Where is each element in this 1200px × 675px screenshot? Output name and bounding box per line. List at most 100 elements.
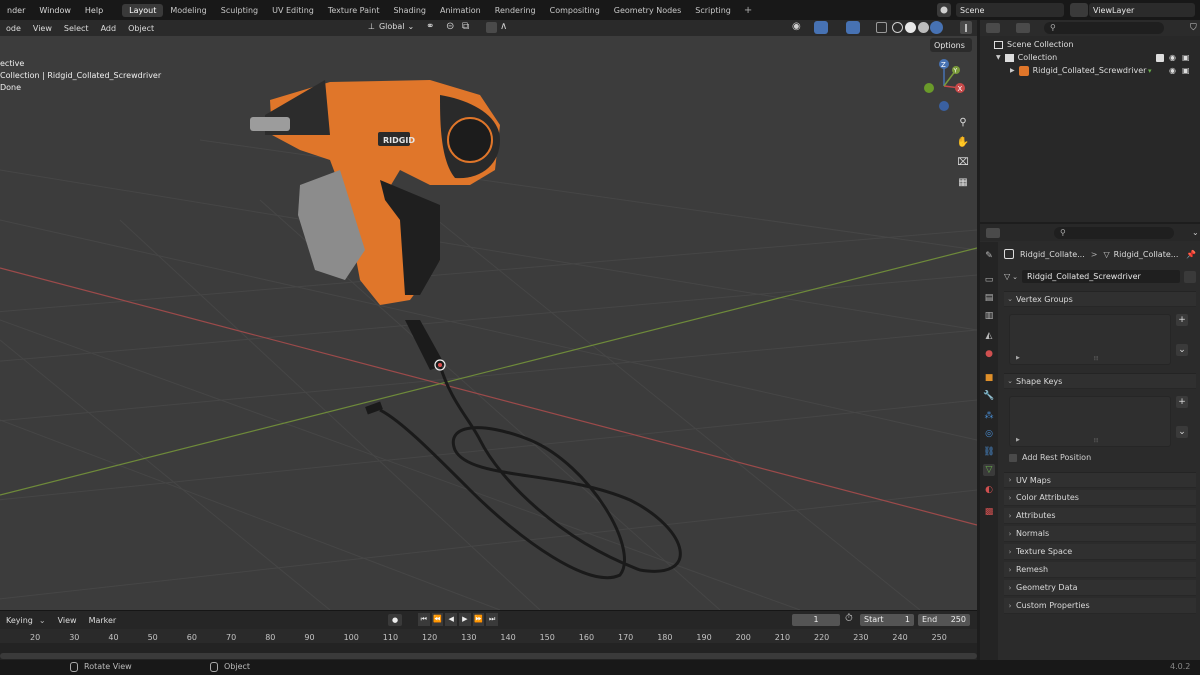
add-workspace-button[interactable]: +: [738, 5, 758, 16]
tab-animation[interactable]: Animation: [433, 4, 488, 17]
end-frame-field[interactable]: End 250: [918, 614, 970, 626]
add-vertex-group-button[interactable]: +: [1176, 314, 1188, 326]
eye-icon[interactable]: ◉: [1169, 66, 1176, 75]
vertex-group-specials-button[interactable]: ⌄: [1176, 344, 1188, 356]
checkbox-icon[interactable]: [1156, 53, 1164, 62]
grid-toggle-icon[interactable]: ▦: [954, 173, 972, 191]
stopwatch-icon[interactable]: ⏱: [845, 613, 853, 624]
pivot-icon[interactable]: ⚭: [426, 21, 434, 32]
pin-icon[interactable]: 📌: [1186, 250, 1196, 259]
camera-icon[interactable]: ▣: [1182, 66, 1190, 75]
mode-selector[interactable]: ode: [0, 24, 27, 33]
outliner-row-scene-collection[interactable]: Scene Collection: [980, 38, 1200, 51]
menu-timeline-view[interactable]: View: [52, 616, 83, 625]
editor-type-icon[interactable]: [986, 23, 1000, 33]
jump-end-icon[interactable]: ⏭: [486, 613, 499, 626]
render-tab-icon[interactable]: ▭: [983, 274, 995, 286]
texture-tab-icon[interactable]: ▩: [983, 506, 995, 518]
properties-panel[interactable]: ⚲ ⌄ ✎ ▭ ▤ ▥ ◭ ● ■ 🔧 ⁂ ◎ ⛓ ▽ ◐ ▩ Ridgid_C…: [980, 224, 1200, 660]
tab-scripting[interactable]: Scripting: [688, 4, 738, 17]
pause-icon[interactable]: ‖: [960, 21, 972, 34]
attributes-header[interactable]: › Attributes: [1004, 508, 1196, 524]
menu-render[interactable]: nder: [0, 6, 32, 15]
resize-handle-icon[interactable]: ⦙⦙⦙: [1094, 355, 1098, 363]
shape-key-specials-button[interactable]: ⌄: [1176, 426, 1188, 438]
list-expand-icon[interactable]: ▶: [1016, 437, 1020, 443]
vertex-groups-list[interactable]: ▶ ⦙⦙⦙: [1009, 314, 1171, 365]
tab-geometry-nodes[interactable]: Geometry Nodes: [607, 4, 688, 17]
tab-compositing[interactable]: Compositing: [543, 4, 607, 17]
menu-object[interactable]: Object: [122, 24, 160, 33]
menu-add[interactable]: Add: [95, 24, 123, 33]
world-tab-icon[interactable]: ●: [983, 348, 995, 360]
start-frame-field[interactable]: Start 1: [860, 614, 914, 626]
viewlayer-icon[interactable]: [1070, 3, 1088, 17]
tab-modeling[interactable]: Modeling: [163, 4, 213, 17]
orientation-selector[interactable]: ⊥ Global ⌄: [368, 22, 414, 31]
pan-hand-icon[interactable]: ✋: [954, 133, 972, 151]
tab-sculpting[interactable]: Sculpting: [214, 4, 265, 17]
next-keyframe-icon[interactable]: ⏩: [472, 613, 485, 626]
xray-icon[interactable]: [876, 22, 887, 33]
menu-select[interactable]: Select: [58, 24, 95, 33]
navigation-gizmo[interactable]: Z X Y: [920, 56, 970, 116]
overlay-toggle-icon[interactable]: [846, 21, 860, 34]
solid-shading-icon[interactable]: [905, 22, 916, 33]
tab-texture-paint[interactable]: Texture Paint: [321, 4, 387, 17]
view-layer-tab-icon[interactable]: ▥: [983, 310, 995, 322]
menu-marker[interactable]: Marker: [83, 616, 123, 625]
menu-help[interactable]: Help: [78, 6, 110, 15]
mesh-name-field[interactable]: Ridgid_Collated_Screwdriver: [1022, 270, 1180, 283]
material-shading-icon[interactable]: [918, 22, 929, 33]
falloff-icon[interactable]: ∧: [500, 21, 507, 32]
viewlayer-selector[interactable]: ViewLayer: [1089, 3, 1195, 17]
tab-layout[interactable]: Layout: [122, 3, 164, 17]
constraints-tab-icon[interactable]: ⛓: [983, 446, 995, 458]
vertex-groups-header[interactable]: ⌄ Vertex Groups: [1004, 291, 1196, 307]
tool-tab-icon[interactable]: ✎: [983, 250, 995, 262]
timeline-editor[interactable]: Keying ⌄ View Marker ● ⏮ ⏪ ◀ ▶ ⏩ ⏭ 1 ⏱ S…: [0, 610, 977, 660]
zoom-icon[interactable]: ⚲: [954, 113, 972, 131]
camera-icon[interactable]: ▣: [1182, 53, 1190, 62]
visibility-icon[interactable]: ◉: [792, 21, 801, 32]
output-tab-icon[interactable]: ▤: [983, 292, 995, 304]
expand-arrow-icon[interactable]: ▼: [996, 54, 1001, 61]
resize-handle-icon[interactable]: ⦙⦙⦙: [1094, 437, 1098, 445]
mesh-data-tab-icon[interactable]: ▽: [983, 464, 995, 476]
normals-header[interactable]: › Normals: [1004, 526, 1196, 542]
custom-properties-header[interactable]: › Custom Properties: [1004, 598, 1196, 614]
material-tab-icon[interactable]: ◐: [983, 484, 995, 496]
chevron-down-icon[interactable]: ⌄: [1192, 228, 1199, 237]
list-expand-icon[interactable]: ▶: [1016, 355, 1020, 361]
properties-search-input[interactable]: ⚲: [1054, 226, 1174, 239]
tab-uv-editing[interactable]: UV Editing: [265, 4, 321, 17]
editor-type-icon[interactable]: [986, 227, 1000, 238]
eye-icon[interactable]: ◉: [1169, 53, 1176, 62]
jump-start-icon[interactable]: ⏮: [418, 613, 430, 626]
display-mode-icon[interactable]: [1016, 23, 1030, 33]
scene-icon[interactable]: [937, 3, 951, 17]
outliner-search-input[interactable]: ⚲: [1044, 22, 1164, 34]
remesh-header[interactable]: › Remesh: [1004, 562, 1196, 578]
menu-view[interactable]: View: [27, 24, 58, 33]
uv-maps-header[interactable]: › UV Maps: [1004, 472, 1196, 488]
current-frame-field[interactable]: 1: [792, 614, 840, 626]
scene-selector[interactable]: Scene: [956, 3, 1064, 17]
outliner-row-object[interactable]: ▶ Ridgid_Collated_Screwdriver ▾ ◉ ▣: [980, 64, 1200, 77]
options-button[interactable]: Options: [930, 38, 972, 52]
rendered-shading-icon[interactable]: [930, 21, 943, 34]
gizmo-toggle-icon[interactable]: [814, 21, 828, 34]
record-button[interactable]: ●: [388, 614, 402, 626]
snap-target-icon[interactable]: ⧉: [462, 21, 469, 32]
modifier-tab-icon[interactable]: 🔧: [983, 390, 995, 402]
frame-ruler[interactable]: [0, 629, 977, 643]
wireframe-shading-icon[interactable]: [892, 22, 903, 33]
shape-keys-header[interactable]: ⌄ Shape Keys: [1004, 373, 1196, 389]
geometry-data-header[interactable]: › Geometry Data: [1004, 580, 1196, 596]
keying-menu[interactable]: Keying: [0, 616, 39, 625]
outliner-row-collection[interactable]: ▼ Collection ◉ ▣: [980, 51, 1200, 64]
object-tab-icon[interactable]: ■: [983, 372, 995, 384]
physics-tab-icon[interactable]: ◎: [983, 428, 995, 440]
shape-keys-list[interactable]: ▶ ⦙⦙⦙: [1009, 396, 1171, 447]
tab-shading[interactable]: Shading: [386, 4, 433, 17]
